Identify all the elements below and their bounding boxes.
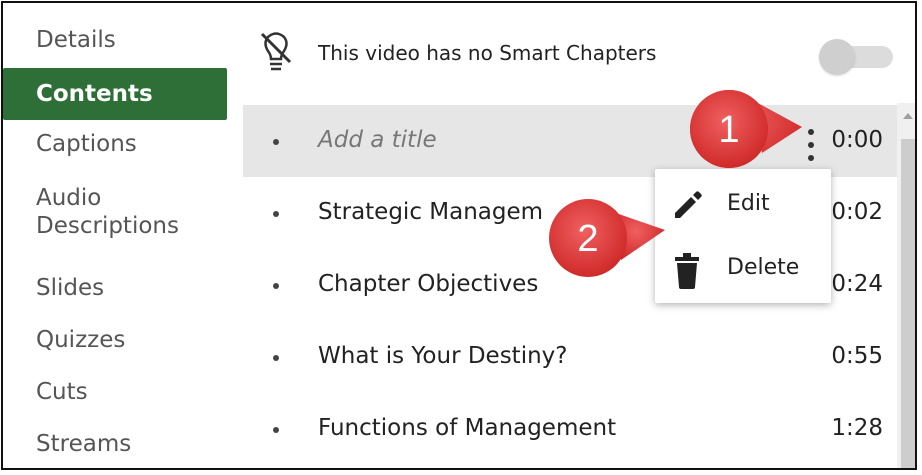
sidebar-item-slides[interactable]: Slides (3, 275, 227, 313)
sidebar-item-captions[interactable]: Captions (3, 131, 227, 169)
edit-menu-item[interactable]: Edit (655, 173, 831, 237)
chapter-time: 0:24 (831, 271, 883, 297)
chapter-title: Chapter Objectives (318, 271, 539, 297)
chapter-context-menu: Edit Delete (655, 169, 831, 303)
sidebar-item-descriptions-label: Descriptions (36, 212, 179, 239)
edit-label: Edit (727, 191, 770, 216)
scroll-up-arrow-icon[interactable] (897, 103, 917, 129)
chapter-row[interactable]: What is Your Destiny? 0:55 (243, 321, 897, 393)
bullet (273, 355, 279, 361)
bullet (273, 283, 279, 289)
sidebar-item-audio-label: Audio (36, 185, 102, 211)
list-scrollbar[interactable] (897, 103, 917, 468)
callout-2-number: 2 (577, 218, 598, 260)
sidebar-item-details[interactable]: Details (3, 27, 227, 65)
callout-1-number: 1 (718, 109, 739, 151)
chapter-title: Functions of Management (318, 415, 617, 441)
scroll-thumb[interactable] (901, 139, 915, 468)
callout-2: 2 (549, 199, 665, 277)
bullet (273, 139, 279, 145)
sidebar-item-quizzes[interactable]: Quizzes (3, 327, 227, 365)
chapter-time: 0:02 (831, 199, 883, 225)
smart-chapters-message: This video has no Smart Chapters (318, 41, 657, 65)
smart-chapters-toggle[interactable] (819, 39, 893, 75)
sidebar: Details Contents Captions Audio Descript… (3, 3, 243, 468)
app-frame: Details Contents Captions Audio Descript… (1, 1, 917, 470)
sidebar-item-cuts[interactable]: Cuts (3, 379, 227, 417)
bullet (273, 211, 279, 217)
lightbulb-off-icon (260, 32, 292, 71)
chapter-title: Strategic Managem (318, 199, 544, 225)
callout-1: 1 (690, 90, 802, 168)
bullet (273, 427, 279, 433)
sidebar-item-streams[interactable]: Streams (3, 431, 227, 468)
chapter-title: What is Your Destiny? (318, 343, 568, 369)
delete-menu-item[interactable]: Delete (655, 237, 831, 301)
chapter-time: 0:55 (831, 343, 883, 369)
toggle-knob (819, 39, 855, 75)
trash-icon (675, 253, 699, 289)
chapter-time: 0:00 (831, 127, 883, 153)
chapter-row[interactable]: Functions of Management 1:28 (243, 393, 897, 465)
chapter-title-input[interactable]: Add a title (318, 127, 437, 153)
pencil-icon (675, 191, 702, 218)
delete-label: Delete (727, 255, 800, 280)
sidebar-item-audio-descriptions[interactable]: Audio Descriptions (3, 185, 227, 255)
smart-chapters-header: This video has no Smart Chapters (243, 3, 915, 103)
sidebar-item-contents[interactable]: Contents (3, 68, 227, 120)
chapter-time: 1:28 (831, 415, 883, 441)
